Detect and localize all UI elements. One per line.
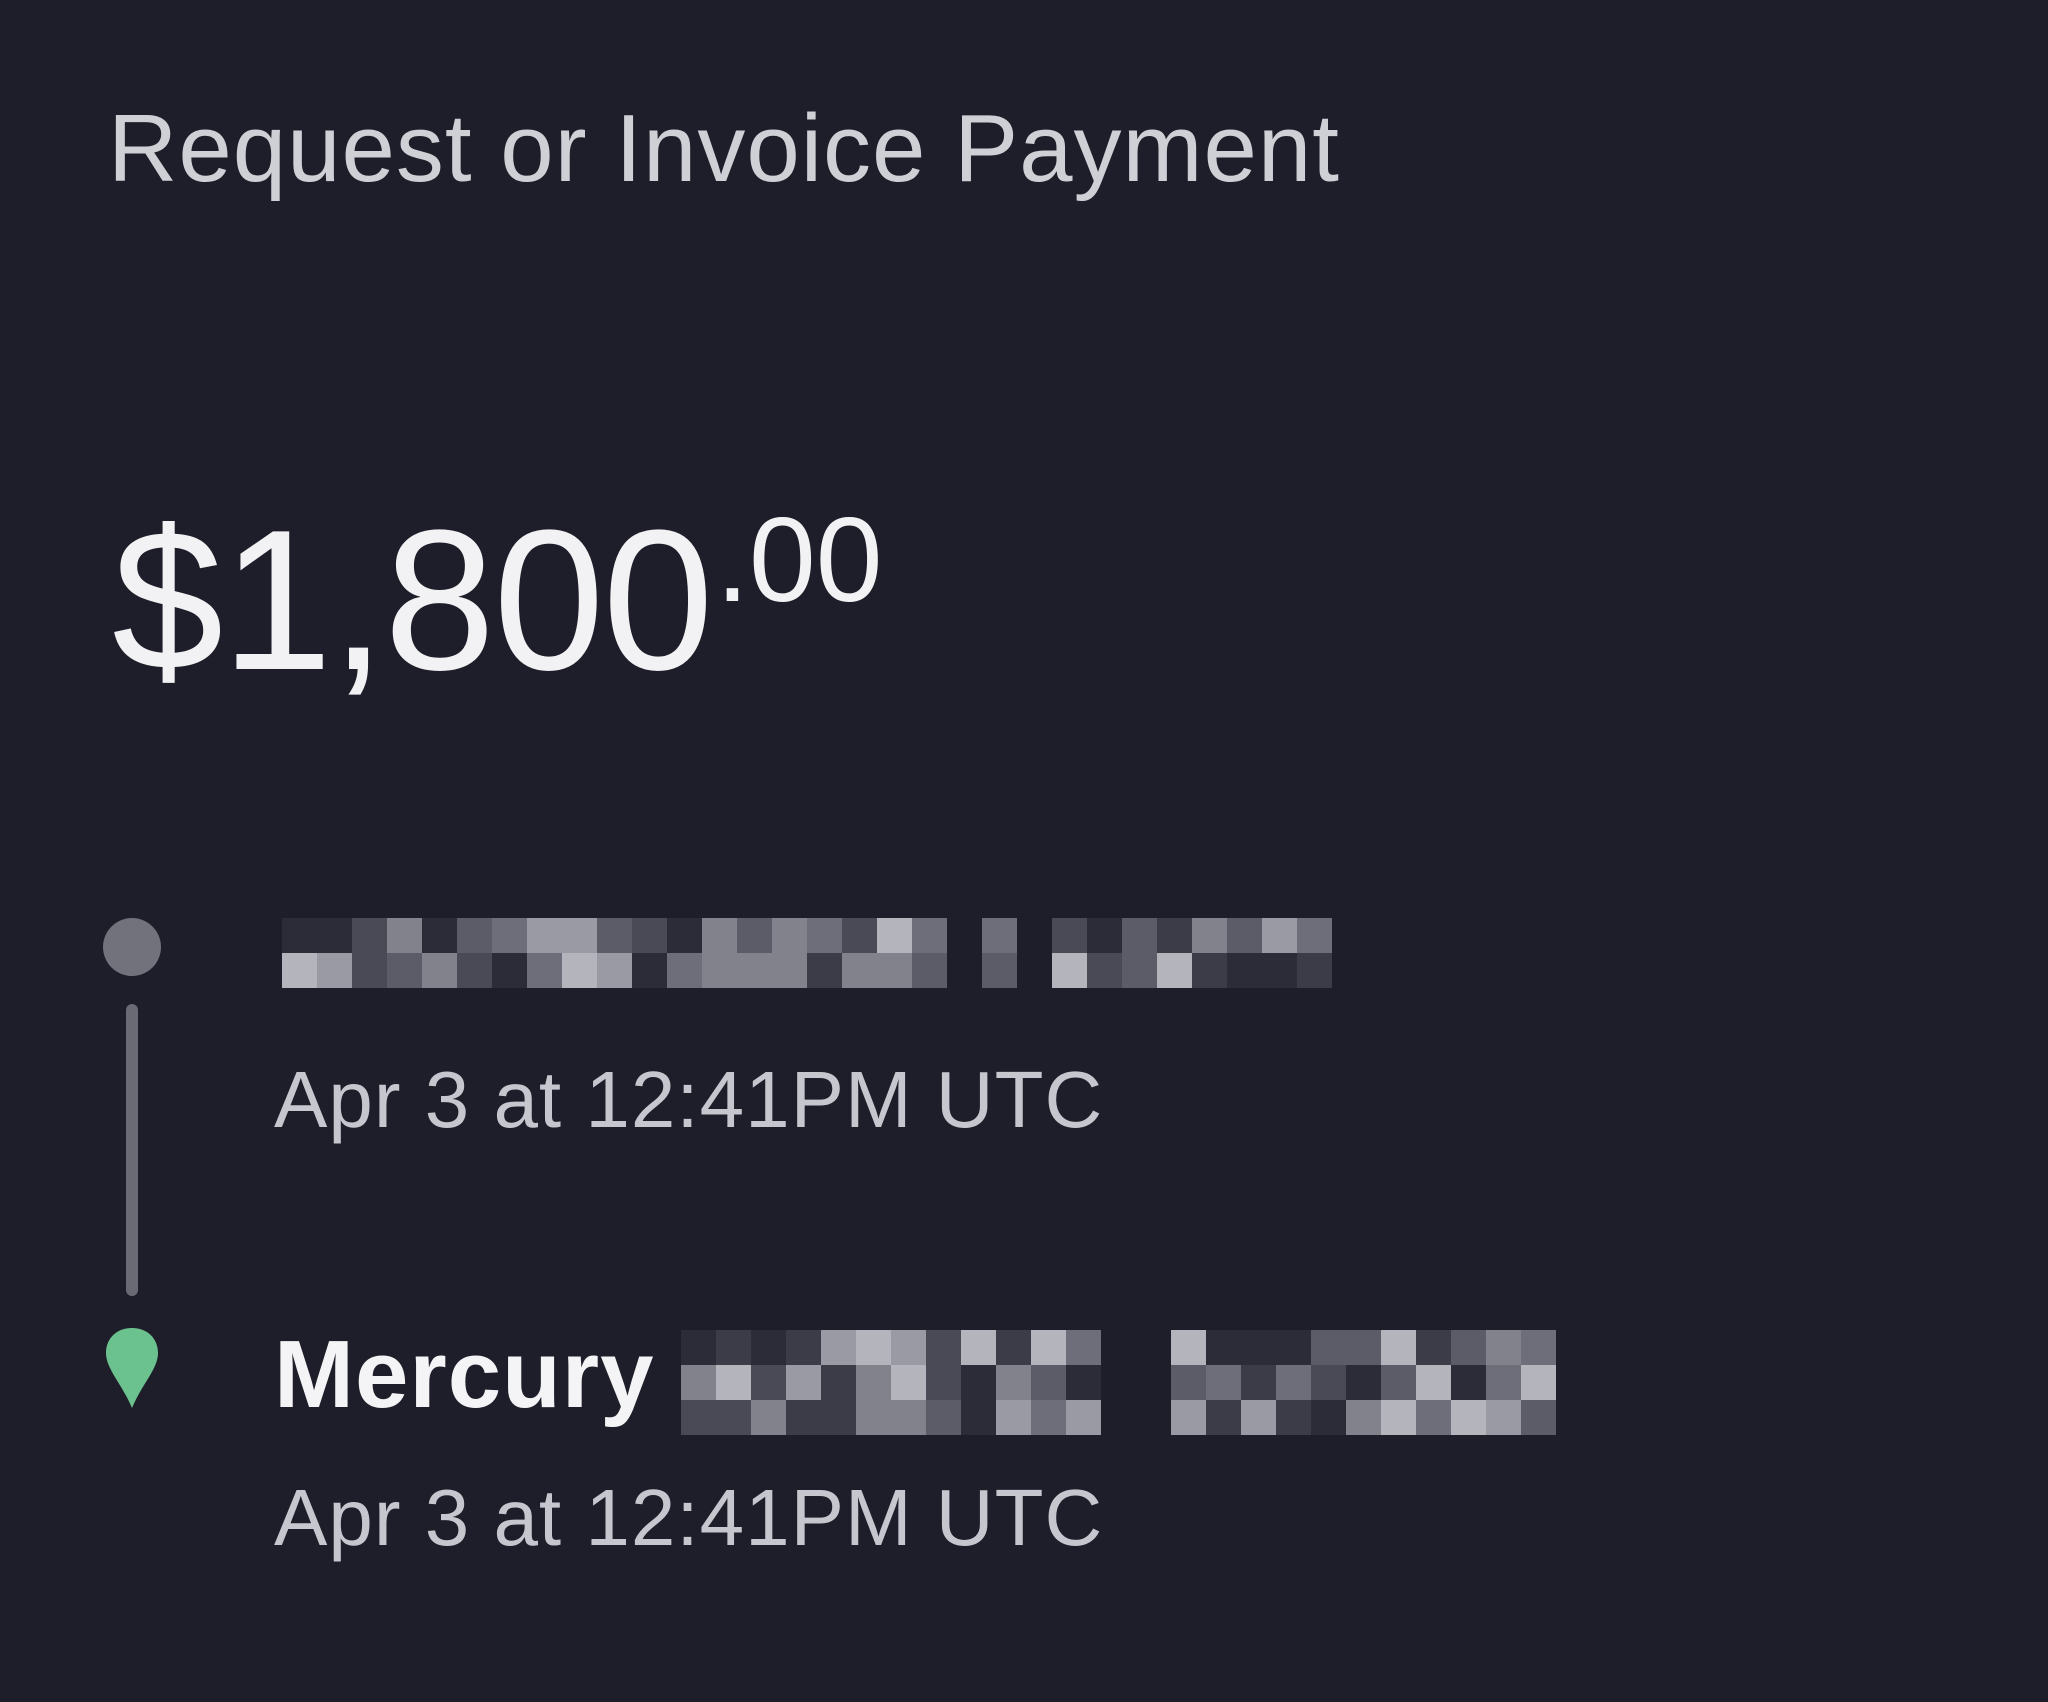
event-timestamp: Apr 3 at 12:41PM UTC [274,1473,1104,1562]
location-pin-icon [106,1328,158,1408]
timeline-connector [126,1004,138,1296]
redacted-destination-account [680,1330,1556,1435]
dot-icon [103,918,161,976]
redacted-source-account [282,918,1332,988]
payment-timeline: Apr 3 at 12:41PM UTC Mercury Apr 3 at 12… [0,0,2048,1702]
event-timestamp: Apr 3 at 12:41PM UTC [274,1055,1104,1144]
destination-bank-name: Mercury [274,1321,655,1428]
event-destination: Mercury [274,1310,1561,1440]
